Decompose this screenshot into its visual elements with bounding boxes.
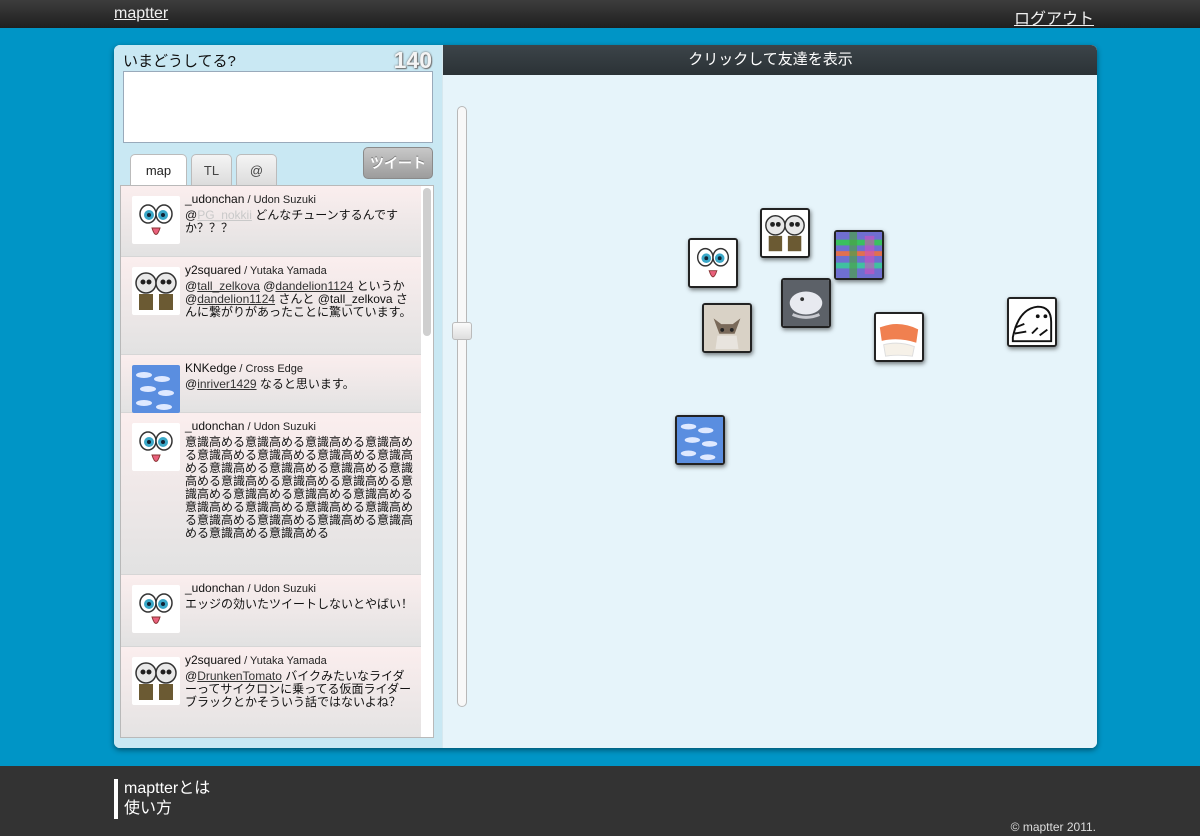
udon-icon[interactable] [132, 423, 180, 471]
list-item: y2squared / Yutaka Yamada @tall_zelkova … [121, 257, 421, 355]
seal-icon [1009, 299, 1055, 345]
screen-name[interactable]: _udonchan [185, 419, 244, 433]
list-item: _udonchan / Udon Suzuki @PG_nokkii どんなチュ… [121, 186, 421, 257]
mention-link[interactable]: dandelion1124 [275, 279, 353, 293]
tweet-button[interactable]: ツイート [363, 147, 433, 179]
screen-name[interactable]: KNKedge [185, 361, 236, 375]
tweet-text: @inriver1429 なると思います。 [185, 377, 355, 391]
tweet-author: _udonchan / Udon Suzuki [185, 581, 316, 595]
pin-sushi[interactable] [874, 312, 924, 362]
tweet-text: @tall_zelkova @dandelion1124 というか@dandel… [185, 279, 412, 319]
fish-icon[interactable] [132, 365, 180, 413]
mention-link[interactable]: PG_nokkii [197, 208, 252, 222]
brand-link[interactable]: maptter [114, 5, 168, 23]
pin-seal[interactable] [1007, 297, 1057, 347]
display-name: Udon Suzuki [253, 583, 316, 595]
logout-link[interactable]: ログアウト [1014, 5, 1094, 29]
list-item: _udonchan / Udon Suzuki エッジの効いたツイートしないとや… [121, 575, 421, 647]
top-navigation-bar: maptter ログアウト [0, 0, 1200, 28]
tab-map[interactable]: map [130, 154, 187, 186]
cat-drawing-icon [704, 305, 750, 351]
udon-icon [690, 240, 736, 286]
cats-icon[interactable] [132, 657, 180, 705]
mention-link[interactable]: dandelion1124 [197, 292, 275, 306]
tweet-text: @PG_nokkii どんなチューンするんですか？？？ [185, 208, 399, 235]
sushi-icon [876, 314, 922, 360]
footer-links: maptterとは 使い方 [114, 779, 210, 819]
pin-fish[interactable] [675, 415, 725, 465]
character-counter: 140 [393, 47, 432, 73]
mention-link[interactable]: tall_zelkova [197, 279, 260, 293]
cats-icon[interactable] [132, 267, 180, 315]
colorful-icon [836, 232, 882, 278]
pin-cat-drawing[interactable] [702, 303, 752, 353]
list-item: KNKedge / Cross Edge @inriver1429 なると思いま… [121, 355, 421, 413]
fish-icon [677, 417, 723, 463]
left-panel: いまどうしてる? 140 map TL @ ツイート _udonchan / U… [114, 45, 442, 748]
display-name: Udon Suzuki [253, 194, 316, 206]
pin-udon[interactable] [688, 238, 738, 288]
display-name: Yutaka Yamada [250, 265, 327, 277]
pin-cats[interactable] [760, 208, 810, 258]
white-creature-icon [783, 280, 829, 326]
tweet-text: エッジの効いたツイートしないとやばい！ [185, 597, 414, 611]
tweet-input[interactable] [123, 71, 433, 143]
tweet-author: _udonchan / Udon Suzuki [185, 419, 316, 433]
tab-timeline[interactable]: TL [191, 154, 232, 185]
list-scrollbar[interactable] [423, 188, 431, 336]
howto-link[interactable]: 使い方 [124, 799, 210, 819]
udon-icon[interactable] [132, 585, 180, 633]
pin-white-creature[interactable] [781, 278, 831, 328]
udon-icon[interactable] [132, 196, 180, 244]
list-item: _udonchan / Udon Suzuki 意識高める意識高める意識高める意… [121, 413, 421, 575]
zoom-slider-track[interactable] [457, 106, 467, 707]
tweet-author: y2squared / Yutaka Yamada [185, 263, 327, 277]
show-friends-button[interactable]: クリックして友達を表示 [443, 45, 1097, 75]
tab-mentions[interactable]: @ [236, 154, 277, 185]
list-item: y2squared / Yutaka Yamada @DrunkenTomato… [121, 647, 421, 737]
mention-link[interactable]: inriver1429 [197, 377, 256, 391]
tweet-author: y2squared / Yutaka Yamada [185, 653, 327, 667]
timeline-tabs: map TL @ [130, 154, 277, 186]
mention-link[interactable]: DrunkenTomato [197, 669, 282, 683]
zoom-slider-handle[interactable] [452, 321, 472, 340]
cats-icon [762, 210, 808, 256]
tweet-text: @DrunkenTomato バイクみたいなライダーってサイクロンに乗ってる仮面… [185, 669, 412, 709]
tweet-author: _udonchan / Udon Suzuki [185, 192, 316, 206]
screen-name[interactable]: _udonchan [185, 192, 244, 206]
screen-name[interactable]: _udonchan [185, 581, 244, 595]
main-panel: いまどうしてる? 140 map TL @ ツイート _udonchan / U… [114, 45, 1097, 748]
compose-prompt: いまどうしてる? [123, 53, 236, 70]
tweet-text: 意識高める意識高める意識高める意識高める意識高める意識高める意識高める意識高める… [185, 435, 414, 540]
tweet-list[interactable]: _udonchan / Udon Suzuki @PG_nokkii どんなチュ… [120, 185, 434, 738]
screen-name[interactable]: y2squared [185, 653, 241, 667]
display-name: Yutaka Yamada [250, 655, 327, 667]
display-name: Cross Edge [245, 363, 304, 375]
about-link[interactable]: maptterとは [124, 779, 210, 799]
copyright: © maptter 2011. [1010, 820, 1096, 834]
pin-colorful[interactable] [834, 230, 884, 280]
friend-map[interactable]: クリックして友達を表示 [442, 45, 1097, 748]
display-name: Udon Suzuki [253, 421, 316, 433]
screen-name[interactable]: y2squared [185, 263, 241, 277]
tweet-author: KNKedge / Cross Edge [185, 361, 304, 375]
footer: maptterとは 使い方 © maptter 2011. [0, 766, 1200, 836]
